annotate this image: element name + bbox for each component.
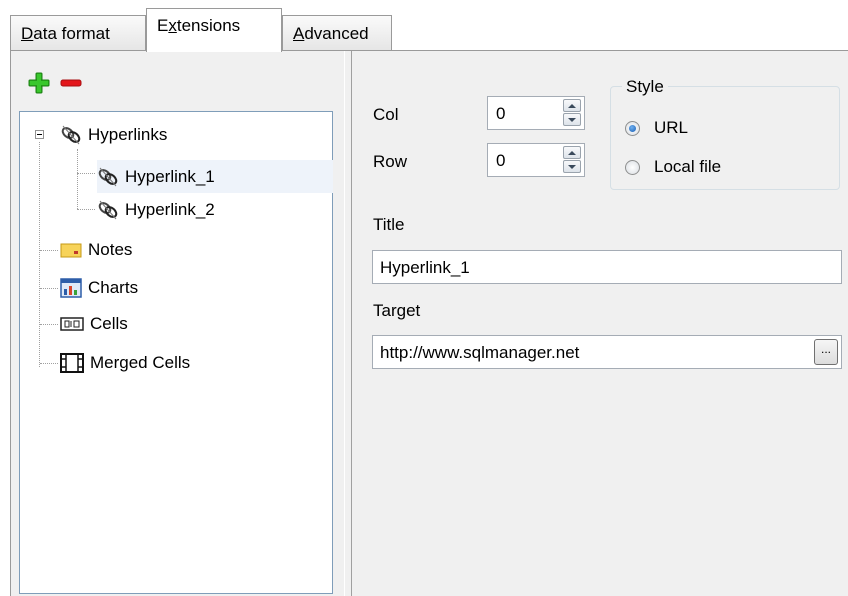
tree-node-cells[interactable]: Cells <box>60 312 128 336</box>
tab-extensions-label-start: E <box>157 16 169 35</box>
url-radio[interactable] <box>625 121 640 136</box>
row-down-button[interactable] <box>563 160 581 173</box>
col-up-button[interactable] <box>563 99 581 112</box>
title-field[interactable]: Hyperlink_1 <box>372 250 842 284</box>
plus-icon <box>28 72 50 94</box>
tab-advanced-label: dvanced <box>304 24 369 43</box>
remove-button[interactable] <box>58 70 84 96</box>
col-value: 0 <box>496 104 506 123</box>
tab-extensions[interactable]: Extensions <box>146 8 282 52</box>
merged-cells-icon <box>60 353 84 373</box>
chart-icon <box>60 278 82 298</box>
hyperlink-icon <box>98 167 118 186</box>
tree-node-hyperlink-1[interactable]: Hyperlink_1 <box>97 160 333 193</box>
tab-advanced[interactable]: Advanced <box>282 15 392 50</box>
col-down-button[interactable] <box>563 113 581 126</box>
tree-node-merged-cells[interactable]: Merged Cells <box>60 351 190 375</box>
target-value: http://www.sqlmanager.net <box>380 343 580 362</box>
local-file-radio-label[interactable]: Local file <box>654 157 721 177</box>
target-field[interactable]: http://www.sqlmanager.net ... <box>372 335 842 369</box>
browse-button[interactable]: ... <box>814 339 838 365</box>
row-value: 0 <box>496 151 506 170</box>
hyperlink-icon <box>61 125 81 145</box>
chevron-down-icon <box>568 117 576 122</box>
tab-extensions-accel: x <box>168 16 177 35</box>
tree-label-charts: Charts <box>88 278 139 297</box>
collapse-toggle[interactable] <box>35 130 44 139</box>
tab-data-format[interactable]: Data format <box>10 15 146 50</box>
tab-data-format-label: ata format <box>33 24 110 43</box>
tree-node-notes[interactable]: Notes <box>60 238 132 262</box>
cell-icon <box>60 317 84 331</box>
tree-node-hyperlinks[interactable]: Hyperlinks <box>60 123 167 147</box>
chevron-up-icon <box>568 150 576 155</box>
chevron-up-icon <box>568 103 576 108</box>
tree-label-hyperlink-2: Hyperlink_2 <box>125 200 215 219</box>
chevron-down-icon <box>568 164 576 169</box>
style-group <box>610 86 840 190</box>
extensions-tree[interactable]: Hyperlinks Hyperlink_1 Hyperlink_2 Notes <box>19 111 333 594</box>
tree-label-notes: Notes <box>88 240 133 259</box>
hyperlink-icon <box>98 200 118 220</box>
add-button[interactable] <box>26 70 52 96</box>
title-label: Title <box>373 215 405 234</box>
note-icon <box>60 243 82 258</box>
row-up-button[interactable] <box>563 146 581 159</box>
row-spinner[interactable]: 0 <box>487 143 585 177</box>
col-spinner[interactable]: 0 <box>487 96 585 130</box>
tree-node-hyperlink-2[interactable]: Hyperlink_2 <box>97 198 215 222</box>
style-group-title: Style <box>622 77 668 97</box>
tree-label-hyperlink-1: Hyperlink_1 <box>125 166 215 186</box>
panel-splitter[interactable] <box>343 51 353 596</box>
tab-advanced-accel: A <box>293 24 305 43</box>
tab-data-format-accel: D <box>21 24 34 43</box>
tab-extensions-label: tensions <box>176 16 241 35</box>
tree-label-hyperlinks: Hyperlinks <box>88 125 168 144</box>
row-label: Row <box>373 152 408 171</box>
tree-label-merged-cells: Merged Cells <box>90 353 191 372</box>
col-label: Col <box>373 105 399 124</box>
url-radio-label[interactable]: URL <box>654 118 688 138</box>
local-file-radio[interactable] <box>625 160 640 175</box>
minus-icon <box>60 79 82 87</box>
tree-node-charts[interactable]: Charts <box>60 276 138 300</box>
target-label: Target <box>373 301 421 320</box>
tree-label-cells: Cells <box>90 314 128 333</box>
